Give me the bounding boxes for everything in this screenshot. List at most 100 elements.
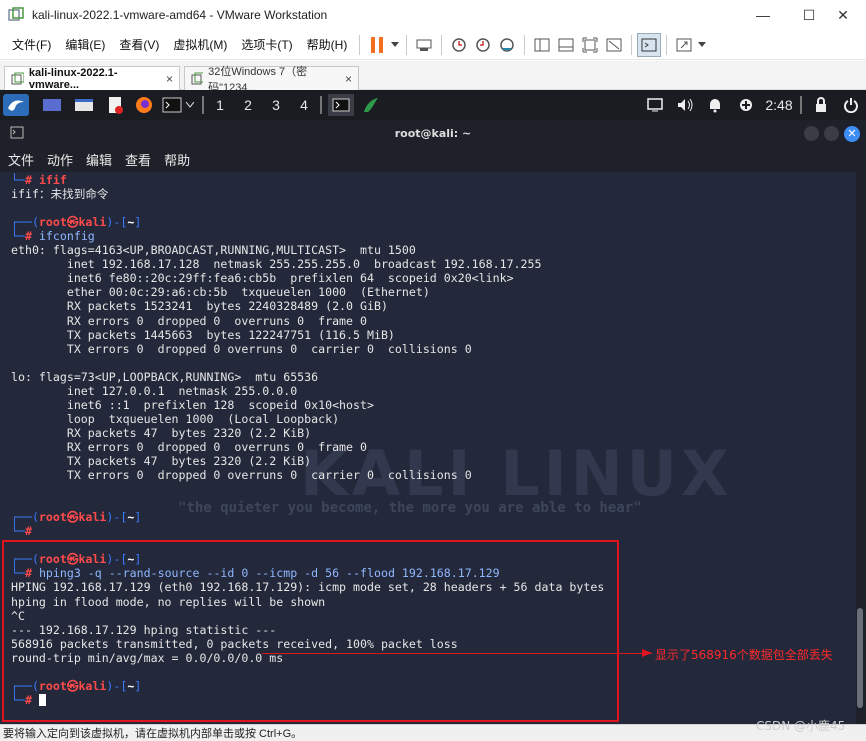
- terminal-command: └─# ifconfig: [11, 229, 95, 243]
- send-keys-icon[interactable]: [412, 33, 436, 57]
- power-icon[interactable]: [840, 94, 862, 116]
- terminal-menu-edit[interactable]: 编辑: [86, 150, 112, 169]
- vm-icon: [11, 72, 24, 84]
- window-title: kali-linux-2022.1-vmware-amd64 - VMware …: [32, 8, 328, 22]
- lock-icon[interactable]: [810, 94, 832, 116]
- toolbar-divider: [631, 34, 633, 55]
- terminal-launcher-icon[interactable]: [160, 94, 184, 116]
- text-editor-icon[interactable]: [104, 94, 126, 116]
- terminal-output-line: RX packets 1523241 bytes 2240328489 (2.0…: [11, 299, 388, 313]
- firefox-icon[interactable]: [132, 94, 156, 116]
- volume-icon[interactable]: [674, 94, 696, 116]
- sidebar-view-icon[interactable]: [530, 33, 554, 57]
- tab-windows7[interactable]: 32位Windows 7（密码"1234... ×: [184, 66, 359, 94]
- toolbar-divider: [666, 34, 668, 55]
- terminal-prompt: ┌──(root㉿kali)-[~]: [11, 510, 142, 524]
- terminal-output-line: ifif：未找到命令: [11, 187, 109, 201]
- chevron-down-icon[interactable]: [389, 33, 401, 57]
- network-icon[interactable]: [736, 94, 756, 116]
- menu-tabs[interactable]: 选项卡(T): [234, 36, 299, 53]
- terminal-output-line: TX errors 0 dropped 0 overruns 0 carrier…: [11, 468, 472, 482]
- vm-icon: [191, 72, 204, 84]
- terminal-output-line: RX packets 47 bytes 2320 (2.2 KiB): [11, 426, 312, 440]
- toolbar-divider: [441, 34, 443, 55]
- status-text: 要将输入定向到该虚拟机，请在虚拟机内部单击或按 Ctrl+G。: [3, 728, 303, 740]
- menu-toolbar: 文件(F) 编辑(E) 查看(V) 虚拟机(M) 选项卡(T) 帮助(H): [0, 30, 866, 60]
- notification-bell-icon[interactable]: [704, 94, 726, 116]
- annotation-text: 显示了568916个数据包全部丢失: [655, 648, 833, 662]
- kali-top-panel: 1 2 3 4 2:48: [0, 90, 866, 120]
- pause-icon[interactable]: [365, 33, 389, 57]
- terminal-output-line: eth0: flags=4163<UP,BROADCAST,RUNNING,MU…: [11, 243, 416, 257]
- terminal-menu-file[interactable]: 文件: [8, 150, 34, 169]
- file-manager-icon[interactable]: [72, 94, 96, 116]
- tab-kali[interactable]: kali-linux-2022.1-vmware... ×: [4, 66, 180, 91]
- terminal-output-line: ether 00:0c:29:a6:cb:5b txqueuelen 1000 …: [11, 285, 430, 299]
- panel-divider: [202, 96, 204, 114]
- kali-menu-icon[interactable]: [3, 94, 29, 116]
- annotation-arrowhead: [642, 649, 652, 657]
- highlight-box: [2, 540, 619, 722]
- kali-wallpaper-tagline: "the quieter you become, the more you ar…: [178, 500, 642, 516]
- terminal-close-button[interactable]: ✕: [844, 126, 860, 142]
- terminal-output-line: inet6 ::1 prefixlen 128 scopeid 0x10<hos…: [11, 398, 374, 412]
- terminal-menu-help[interactable]: 帮助: [164, 150, 190, 169]
- terminal-maximize-button[interactable]: [824, 126, 839, 141]
- terminal-output-line: loop txqueuelen 1000 (Local Loopback): [11, 412, 340, 426]
- clock[interactable]: 2:48: [760, 94, 798, 116]
- workspace-2[interactable]: 2: [238, 94, 258, 116]
- fullscreen-icon[interactable]: [578, 33, 602, 57]
- snapshot-icon[interactable]: [447, 33, 471, 57]
- dragon-task-icon[interactable]: [360, 94, 382, 116]
- console-view-icon[interactable]: [637, 32, 662, 57]
- workspace-1[interactable]: 1: [210, 94, 230, 116]
- tab-close-icon[interactable]: ×: [166, 72, 173, 86]
- toolbar-divider: [406, 34, 408, 55]
- menu-file[interactable]: 文件(F): [5, 36, 58, 53]
- panel-divider: [800, 96, 802, 114]
- terminal-prompt: ┌──(root㉿kali)-[~]: [11, 215, 142, 229]
- chevron-down-icon[interactable]: [184, 94, 196, 116]
- terminal-output-line: inet6 fe80::20c:29ff:fea6:cb5b prefixlen…: [11, 271, 514, 285]
- terminal-task-icon[interactable]: [328, 94, 354, 116]
- chevron-down-icon[interactable]: [696, 33, 708, 57]
- terminal-output-line: inet 192.168.17.128 netmask 255.255.255.…: [11, 257, 542, 271]
- snapshot-manager-icon[interactable]: [495, 33, 519, 57]
- menu-view[interactable]: 查看(V): [112, 36, 166, 53]
- terminal-window-icon: [10, 126, 24, 139]
- menu-vm[interactable]: 虚拟机(M): [166, 36, 234, 53]
- terminal-title-bar: root@kali: ~ ✕: [0, 120, 866, 146]
- vm-tab-bar: kali-linux-2022.1-vmware... × 32位Windows…: [0, 61, 866, 94]
- tab-close-icon[interactable]: ×: [345, 72, 352, 86]
- revert-snapshot-icon[interactable]: [471, 33, 495, 57]
- display-icon[interactable]: [644, 94, 666, 116]
- minimize-button[interactable]: —: [740, 0, 786, 30]
- stretch-icon[interactable]: [672, 33, 696, 57]
- terminal-output-line: RX errors 0 dropped 0 overruns 0 frame 0: [11, 314, 367, 328]
- workspace-4[interactable]: 4: [294, 94, 314, 116]
- desktop-icon[interactable]: [40, 94, 64, 116]
- terminal-output-line: inet 127.0.0.1 netmask 255.0.0.0: [11, 384, 298, 398]
- terminal-menu-bar: 文件 动作 编辑 查看 帮助: [0, 146, 866, 172]
- vmware-title-bar: kali-linux-2022.1-vmware-amd64 - VMware …: [0, 0, 866, 30]
- terminal-command: └─#: [11, 524, 39, 538]
- thumbnail-view-icon[interactable]: [554, 33, 578, 57]
- toolbar-divider: [359, 34, 361, 55]
- menu-help[interactable]: 帮助(H): [300, 36, 355, 53]
- vmware-status-bar: 要将输入定向到该虚拟机，请在虚拟机内部单击或按 Ctrl+G。: [0, 724, 866, 741]
- terminal-menu-view[interactable]: 查看: [125, 150, 151, 169]
- terminal-minimize-button[interactable]: [804, 126, 819, 141]
- terminal-title: root@kali: ~: [394, 126, 472, 140]
- terminal-menu-action[interactable]: 动作: [47, 150, 73, 169]
- terminal-output-line: RX errors 0 dropped 0 overruns 0 frame 0: [11, 440, 367, 454]
- vmware-app-icon: [8, 7, 24, 21]
- toolbar-divider: [524, 34, 526, 55]
- workspace-3[interactable]: 3: [266, 94, 286, 116]
- terminal-output-line: TX packets 47 bytes 2320 (2.2 KiB): [11, 454, 312, 468]
- tab-label: kali-linux-2022.1-vmware...: [28, 66, 118, 91]
- annotation-arrow-line: [262, 653, 652, 654]
- terminal-scrollbar-thumb[interactable]: [857, 608, 863, 708]
- menu-edit[interactable]: 编辑(E): [58, 36, 112, 53]
- unity-icon[interactable]: [602, 33, 626, 57]
- close-window-button[interactable]: ✕: [820, 0, 866, 30]
